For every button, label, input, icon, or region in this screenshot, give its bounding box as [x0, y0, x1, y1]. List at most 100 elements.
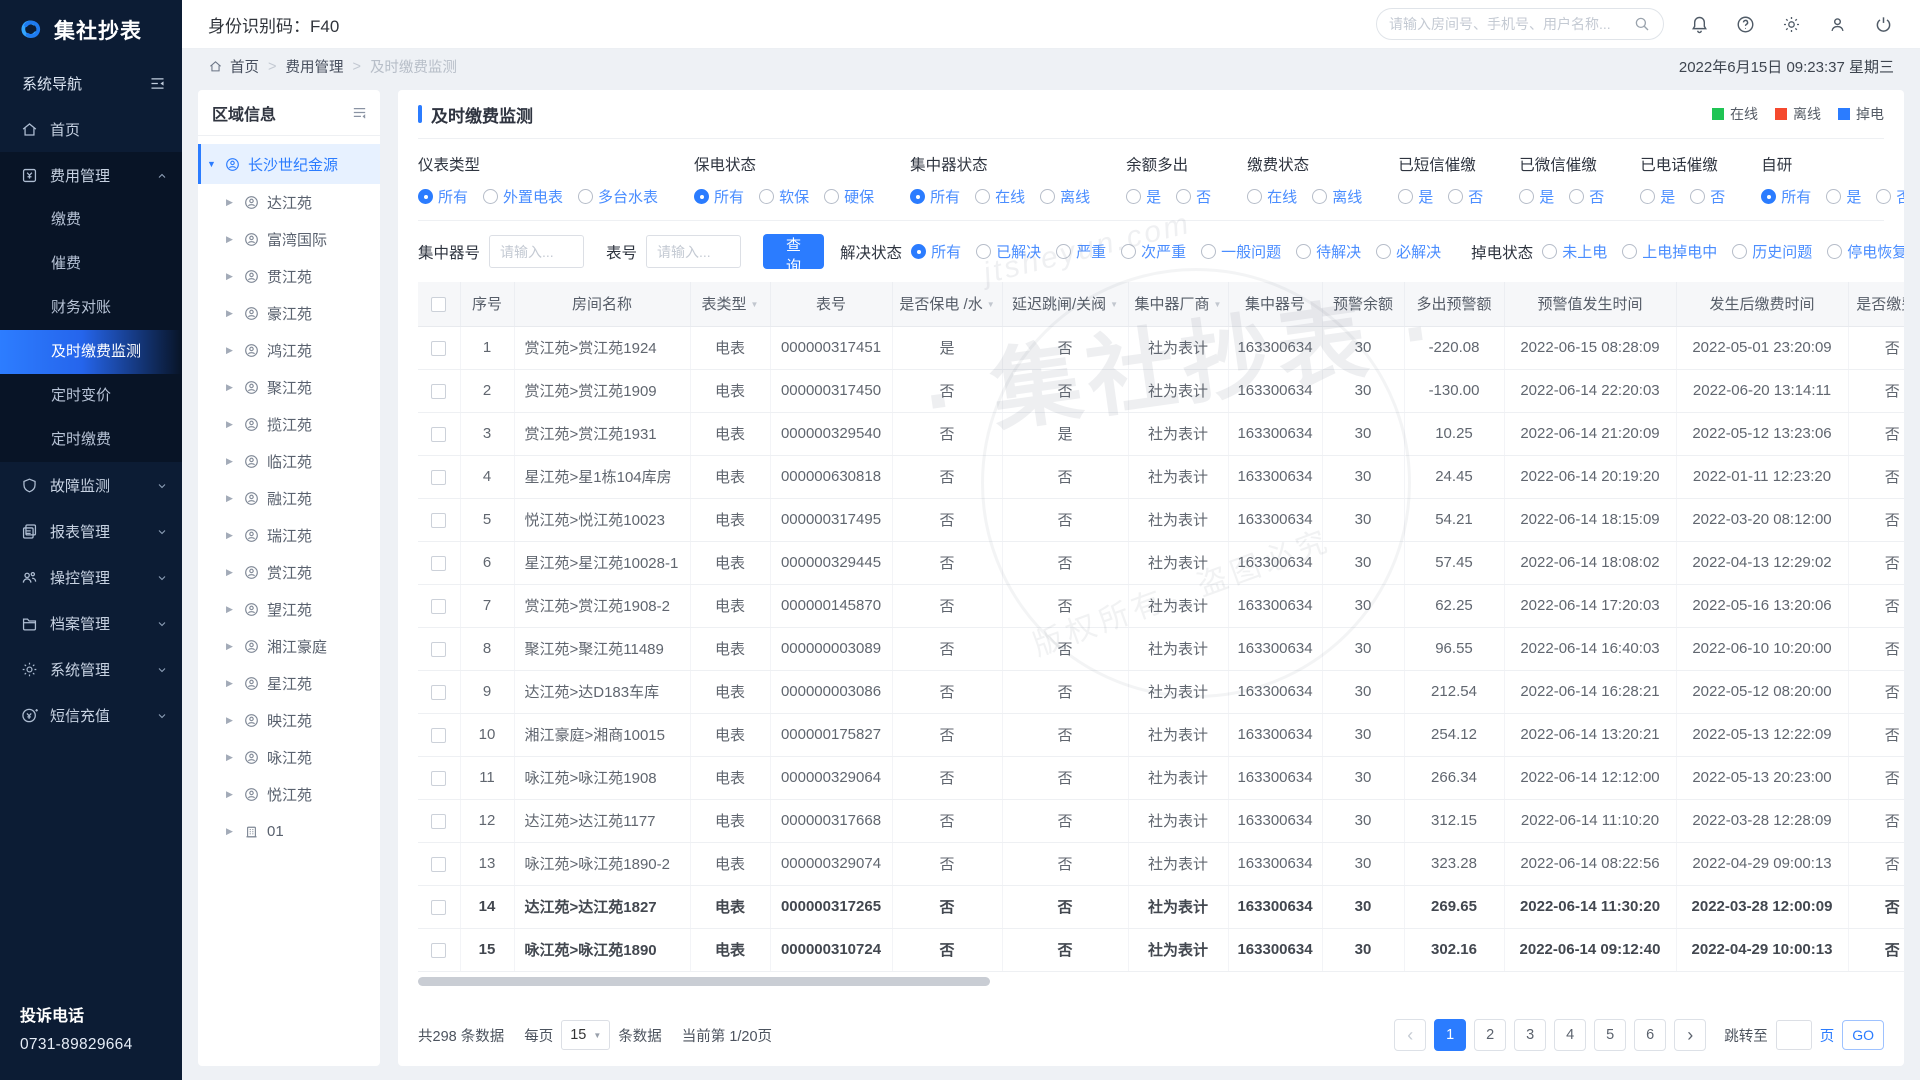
- radio-icon[interactable]: [1296, 244, 1311, 259]
- sidebar-subitem-pay[interactable]: 缴费: [0, 198, 182, 242]
- row-checkbox[interactable]: [431, 943, 446, 958]
- row-checkbox[interactable]: [431, 513, 446, 528]
- list-icon[interactable]: [351, 104, 368, 121]
- radio-option-solve-status[interactable]: 必解决: [1376, 241, 1441, 262]
- row-checkbox[interactable]: [431, 427, 446, 442]
- tree-item[interactable]: ▶望江苑: [198, 591, 380, 628]
- sidebar-item-fault-monitor[interactable]: 故障监测: [0, 462, 182, 508]
- radio-icon[interactable]: [1732, 244, 1747, 259]
- row-checkbox[interactable]: [431, 470, 446, 485]
- concentrator-input[interactable]: [489, 235, 584, 268]
- radio-icon[interactable]: [1640, 189, 1655, 204]
- per-page-select[interactable]: 15 ▼: [561, 1020, 610, 1050]
- tree-item[interactable]: ▶咏江苑: [198, 739, 380, 776]
- sort-caret-icon[interactable]: ▼: [1110, 300, 1118, 309]
- radio-icon[interactable]: [1176, 189, 1191, 204]
- caret-right-icon[interactable]: ▶: [226, 678, 236, 689]
- sort-caret-icon[interactable]: ▼: [1214, 300, 1222, 309]
- radio-option-balance-over[interactable]: 是: [1126, 186, 1161, 207]
- sidebar-item-home[interactable]: 首页: [0, 106, 182, 152]
- radio-option-solve-status[interactable]: 严重: [1056, 241, 1106, 262]
- radio-icon[interactable]: [1056, 244, 1071, 259]
- user-icon[interactable]: [1827, 14, 1848, 35]
- row-checkbox[interactable]: [431, 857, 446, 872]
- search-icon[interactable]: [1633, 15, 1651, 33]
- radio-option-power-status[interactable]: 上电掉电中: [1622, 241, 1717, 262]
- radio-selected-icon[interactable]: [418, 189, 433, 204]
- radio-option-protect-status[interactable]: 软保: [759, 186, 809, 207]
- radio-option-meter-type[interactable]: 所有: [418, 186, 468, 207]
- caret-right-icon[interactable]: ▶: [226, 493, 236, 504]
- radio-option-phone-urged[interactable]: 是: [1640, 186, 1675, 207]
- breadcrumb-home[interactable]: 首页: [230, 56, 259, 77]
- caret-down-icon[interactable]: ▼: [207, 159, 217, 169]
- radio-icon[interactable]: [824, 189, 839, 204]
- caret-right-icon[interactable]: ▶: [226, 456, 236, 467]
- sort-caret-icon[interactable]: ▼: [751, 300, 759, 309]
- tree-item[interactable]: ▶01: [198, 813, 380, 850]
- caret-right-icon[interactable]: ▶: [226, 197, 236, 208]
- radio-icon[interactable]: [1398, 189, 1413, 204]
- radio-icon[interactable]: [1448, 189, 1463, 204]
- sidebar-subitem-timed-pay[interactable]: 定时缴费: [0, 418, 182, 462]
- radio-option-solve-status[interactable]: 已解决: [976, 241, 1041, 262]
- bell-icon[interactable]: [1689, 14, 1710, 35]
- caret-right-icon[interactable]: ▶: [226, 345, 236, 356]
- sidebar-item-archive-management[interactable]: 档案管理: [0, 600, 182, 646]
- caret-right-icon[interactable]: ▶: [226, 382, 236, 393]
- row-checkbox[interactable]: [431, 384, 446, 399]
- tree-item[interactable]: ▶鸿江苑: [198, 332, 380, 369]
- tree-item[interactable]: ▶达江苑: [198, 184, 380, 221]
- settings-icon[interactable]: [1781, 14, 1802, 35]
- sidebar-subitem-finance-reconcile[interactable]: 财务对账: [0, 286, 182, 330]
- go-button[interactable]: GO: [1842, 1020, 1884, 1050]
- home-icon[interactable]: [208, 59, 223, 74]
- jump-page-input[interactable]: [1776, 1020, 1812, 1050]
- tree-item[interactable]: ▶豪江苑: [198, 295, 380, 332]
- page-button-5[interactable]: 5: [1594, 1019, 1626, 1051]
- caret-right-icon[interactable]: ▶: [226, 715, 236, 726]
- row-checkbox[interactable]: [431, 728, 446, 743]
- caret-right-icon[interactable]: ▶: [226, 752, 236, 763]
- sidebar-item-system-management[interactable]: 系统管理: [0, 646, 182, 692]
- tree-item[interactable]: ▶湘江豪庭: [198, 628, 380, 665]
- radio-option-meter-type[interactable]: 多台水表: [578, 186, 658, 207]
- sidebar-item-report-management[interactable]: 报表管理: [0, 508, 182, 554]
- caret-right-icon[interactable]: ▶: [226, 308, 236, 319]
- collapse-menu-icon[interactable]: [149, 75, 166, 92]
- meter-no-input[interactable]: [646, 235, 741, 268]
- radio-option-wechat-urged[interactable]: 是: [1519, 186, 1554, 207]
- page-button-2[interactable]: 2: [1474, 1019, 1506, 1051]
- radio-option-power-status[interactable]: 停电恢复: [1827, 241, 1904, 262]
- tree-item[interactable]: ▶瑞江苑: [198, 517, 380, 554]
- sidebar-item-sms-recharge[interactable]: 短信充值: [0, 692, 182, 738]
- radio-option-wechat-urged[interactable]: 否: [1569, 186, 1604, 207]
- tree-node-root[interactable]: ▼ 长沙世纪金源: [198, 144, 380, 184]
- radio-option-balance-over[interactable]: 否: [1176, 186, 1211, 207]
- tree-item[interactable]: ▶赏江苑: [198, 554, 380, 591]
- radio-icon[interactable]: [578, 189, 593, 204]
- radio-icon[interactable]: [1876, 189, 1891, 204]
- sidebar-item-control-management[interactable]: 操控管理: [0, 554, 182, 600]
- sidebar-subitem-timely-pay-monitor[interactable]: 及时缴费监测: [0, 330, 182, 374]
- radio-option-self-dev[interactable]: 是: [1826, 186, 1861, 207]
- radio-option-pay-status[interactable]: 离线: [1312, 186, 1362, 207]
- breadcrumb-fee[interactable]: 费用管理: [285, 56, 343, 77]
- prev-page-button[interactable]: ‹: [1394, 1019, 1426, 1051]
- radio-selected-icon[interactable]: [1761, 189, 1776, 204]
- tree-item[interactable]: ▶贯江苑: [198, 258, 380, 295]
- page-button-4[interactable]: 4: [1554, 1019, 1586, 1051]
- radio-icon[interactable]: [1827, 244, 1842, 259]
- radio-option-pay-status[interactable]: 在线: [1247, 186, 1297, 207]
- tree-item[interactable]: ▶悦江苑: [198, 776, 380, 813]
- caret-right-icon[interactable]: ▶: [226, 271, 236, 282]
- radio-selected-icon[interactable]: [694, 189, 709, 204]
- global-search-input[interactable]: [1389, 16, 1625, 32]
- radio-icon[interactable]: [1519, 189, 1534, 204]
- radio-icon[interactable]: [483, 189, 498, 204]
- radio-icon[interactable]: [1126, 189, 1141, 204]
- row-checkbox[interactable]: [431, 556, 446, 571]
- radio-icon[interactable]: [1040, 189, 1055, 204]
- caret-right-icon[interactable]: ▶: [226, 234, 236, 245]
- tree-item[interactable]: ▶聚江苑: [198, 369, 380, 406]
